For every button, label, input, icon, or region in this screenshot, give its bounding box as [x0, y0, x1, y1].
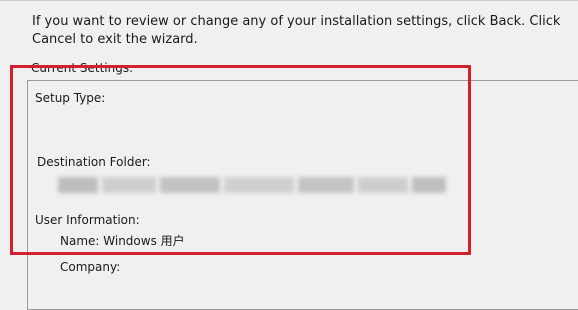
intro-text: If you want to review or change any of y… — [32, 14, 561, 47]
top-divider — [0, 0, 578, 1]
highlight-annotation-box — [10, 65, 471, 255]
company-label: Company: — [60, 260, 121, 274]
